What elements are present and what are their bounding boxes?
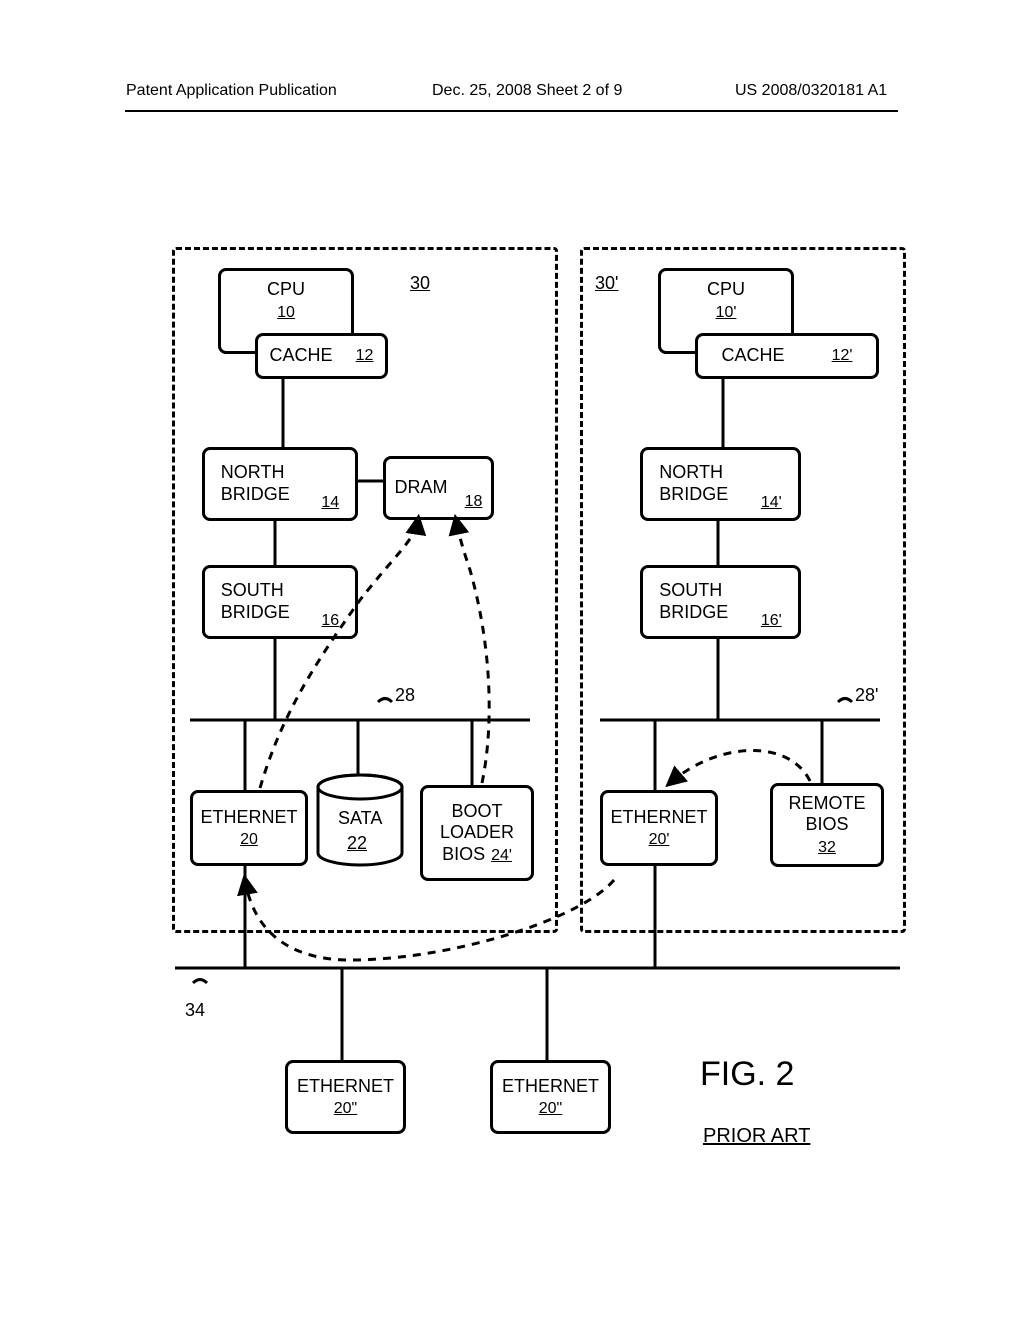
cpu-p-label: CPU bbox=[707, 279, 745, 301]
header-rule bbox=[125, 110, 898, 112]
remote-label2: BIOS bbox=[805, 814, 848, 836]
ethernet-net1-label: ETHERNET bbox=[297, 1076, 394, 1098]
cpu-label: CPU bbox=[267, 279, 305, 301]
north-p-ref: 14' bbox=[761, 493, 782, 512]
dram-ref: 18 bbox=[465, 492, 483, 511]
ethernet-20-ref: 20 bbox=[240, 830, 258, 849]
north-label2: BRIDGE bbox=[221, 484, 290, 504]
north-bridge-box: NORTH BRIDGE 14 bbox=[202, 447, 358, 521]
south-p-label2: BRIDGE bbox=[659, 602, 728, 622]
south-label1: SOUTH bbox=[221, 580, 284, 600]
north-ref: 14 bbox=[321, 493, 339, 512]
ethernet-20p-box: ETHERNET 20' bbox=[600, 790, 718, 866]
north-label1: NORTH bbox=[221, 462, 285, 482]
dram-box: DRAM 18 bbox=[383, 456, 494, 520]
cache-p-ref: 12' bbox=[832, 346, 853, 365]
patent-page: Patent Application Publication Dec. 25, … bbox=[0, 0, 1024, 1320]
south-ref: 16 bbox=[321, 611, 339, 630]
cache-p-box: CACHE 12' bbox=[695, 333, 879, 379]
ethernet-net2-box: ETHERNET 20" bbox=[490, 1060, 611, 1134]
boot-label2: LOADER bbox=[440, 822, 514, 844]
ethernet-20-label: ETHERNET bbox=[200, 807, 297, 829]
cache-p-label: CACHE bbox=[722, 345, 785, 367]
figure-subtitle: PRIOR ART bbox=[703, 1125, 810, 1148]
ethernet-net2-label: ETHERNET bbox=[502, 1076, 599, 1098]
cpu-ref: 10 bbox=[277, 303, 295, 322]
cpu-p-ref: 10' bbox=[716, 303, 737, 322]
sata-label: SATA bbox=[338, 808, 382, 829]
remote-ref: 32 bbox=[818, 838, 836, 857]
south-bridge-box: SOUTH BRIDGE 16 bbox=[202, 565, 358, 639]
ethernet-20p-ref: 20' bbox=[649, 830, 670, 849]
network-34-ref: 34 bbox=[185, 1000, 205, 1021]
header-center: Dec. 25, 2008 Sheet 2 of 9 bbox=[432, 82, 622, 100]
bus-28-ref: 28 bbox=[395, 685, 415, 706]
ethernet-net2-ref: 20" bbox=[539, 1099, 562, 1118]
remote-label1: REMOTE bbox=[788, 793, 865, 815]
north-p-label2: BRIDGE bbox=[659, 484, 728, 504]
dram-label: DRAM bbox=[395, 477, 448, 499]
ethernet-net1-box: ETHERNET 20" bbox=[285, 1060, 406, 1134]
remote-bios-box: REMOTE BIOS 32 bbox=[770, 783, 884, 867]
ref-30: 30 bbox=[410, 273, 430, 294]
ethernet-net1-ref: 20" bbox=[334, 1099, 357, 1118]
south-p-box: SOUTH BRIDGE 16' bbox=[640, 565, 801, 639]
north-p-label1: NORTH bbox=[659, 462, 723, 482]
south-p-ref: 16' bbox=[761, 611, 782, 630]
header-right: US 2008/0320181 A1 bbox=[735, 82, 887, 100]
boot-ref: 24' bbox=[491, 846, 512, 866]
boot-label3: BIOS bbox=[442, 844, 485, 866]
ethernet-20-box: ETHERNET 20 bbox=[190, 790, 308, 866]
cache-label: CACHE bbox=[270, 345, 333, 367]
boot-label1: BOOT bbox=[451, 801, 502, 823]
south-label2: BRIDGE bbox=[221, 602, 290, 622]
ethernet-20p-label: ETHERNET bbox=[610, 807, 707, 829]
bus-28p-ref: 28' bbox=[855, 685, 878, 706]
north-p-box: NORTH BRIDGE 14' bbox=[640, 447, 801, 521]
cache-ref: 12 bbox=[356, 346, 374, 365]
header-left: Patent Application Publication bbox=[126, 82, 337, 100]
sata-ref: 22 bbox=[347, 833, 367, 854]
cache-box: CACHE 12 bbox=[255, 333, 388, 379]
south-p-label1: SOUTH bbox=[659, 580, 722, 600]
figure-title: FIG. 2 bbox=[700, 1055, 794, 1094]
ref-30p: 30' bbox=[595, 273, 618, 294]
boot-loader-box: BOOT LOADER BIOS 24' bbox=[420, 785, 534, 881]
